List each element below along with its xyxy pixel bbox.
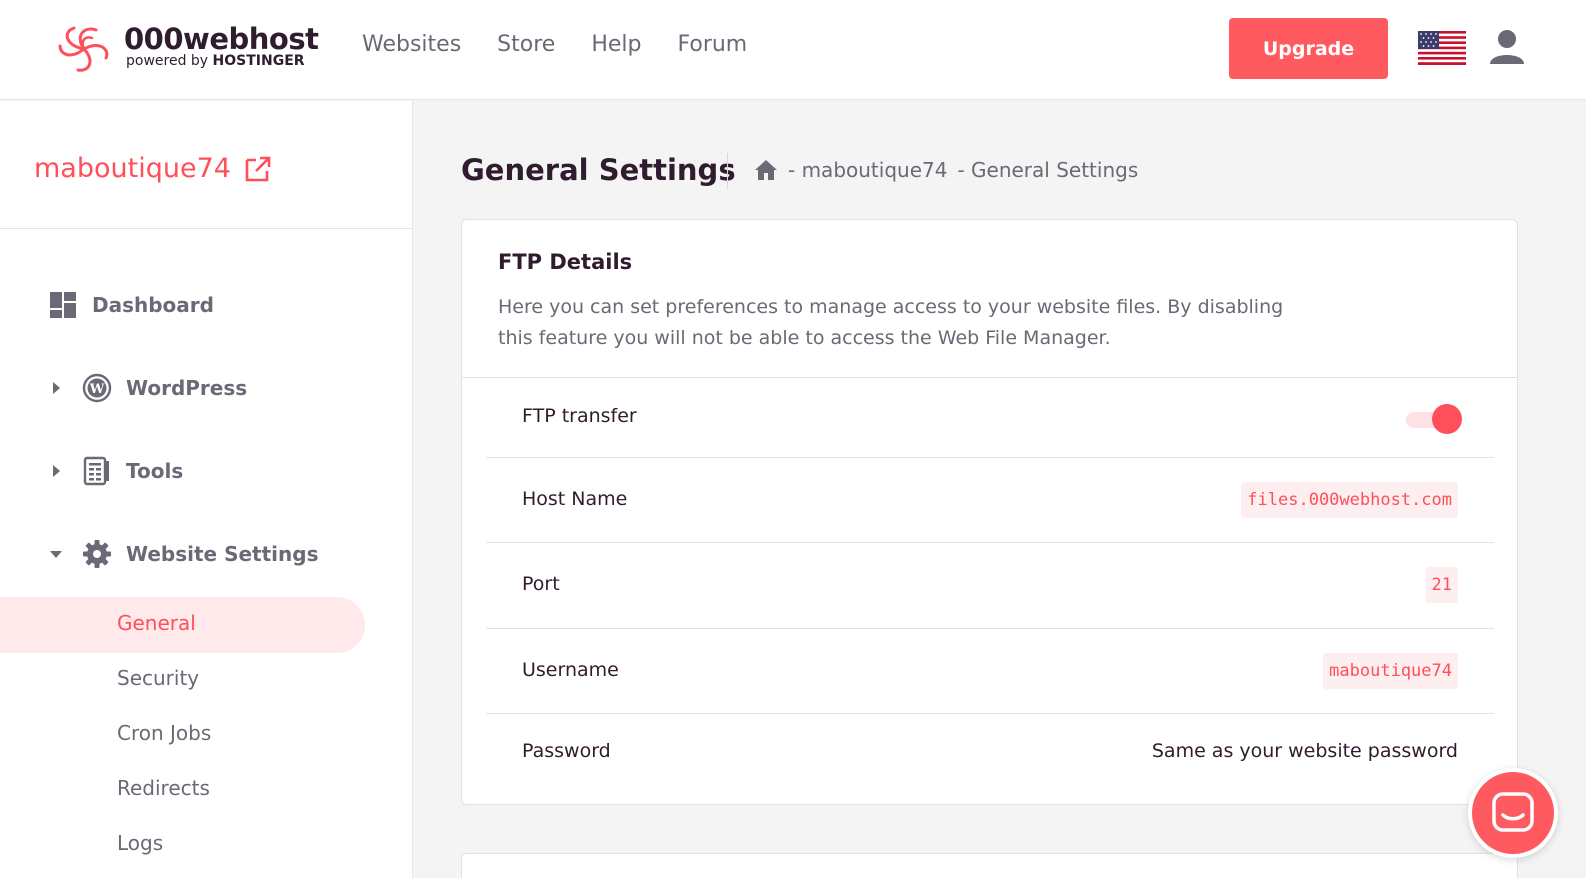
sidebar-subitem-logs[interactable]: Logs: [117, 831, 163, 855]
caret-down-icon: [48, 546, 64, 562]
logo-subtitle: powered by HOSTINGER: [126, 53, 305, 69]
tools-icon: [83, 456, 109, 486]
logo[interactable]: 000webhost powered by HOSTINGER: [56, 22, 319, 78]
upgrade-button[interactable]: Upgrade: [1229, 18, 1388, 79]
ftp-transfer-toggle[interactable]: [1404, 404, 1464, 434]
ftp-transfer-row: FTP transfer: [486, 378, 1494, 458]
nav-store[interactable]: Store: [497, 32, 555, 57]
sidebar-item-label: Dashboard: [92, 293, 214, 317]
next-settings-card: [461, 853, 1518, 878]
page-title: General Settings: [461, 153, 736, 187]
host-name-value: files.000webhost.com: [1241, 482, 1458, 518]
chat-support-button[interactable]: [1468, 768, 1558, 858]
title-separator: [727, 153, 728, 189]
nav-help[interactable]: Help: [591, 32, 641, 57]
sidebar-item-label: Website Settings: [126, 542, 319, 566]
sidebar-subitem-security[interactable]: Security: [117, 666, 199, 690]
sidebar: maboutique74 Dashboard W WordPress Tools…: [0, 101, 413, 878]
external-link-icon: [245, 156, 271, 181]
us-flag-icon[interactable]: [1418, 31, 1466, 65]
main-nav: Websites Store Help Forum: [362, 32, 747, 57]
username-value: maboutique74: [1323, 653, 1458, 689]
logo-powered-text: powered by: [126, 53, 209, 69]
nav-websites[interactable]: Websites: [362, 32, 461, 57]
logo-swirl-icon: [58, 26, 109, 72]
breadcrumb-site[interactable]: - maboutique74: [788, 158, 947, 182]
sidebar-item-label: WordPress: [126, 376, 248, 400]
caret-right-icon: [48, 380, 64, 396]
site-name-label: maboutique74: [34, 153, 231, 184]
user-account-icon[interactable]: [1488, 28, 1526, 66]
username-row: Username maboutique74: [486, 629, 1494, 714]
sidebar-divider: [0, 228, 412, 229]
sidebar-item-wordpress[interactable]: W WordPress: [48, 373, 247, 403]
top-header: 000webhost powered by HOSTINGER Websites…: [0, 0, 1586, 100]
toggle-knob: [1432, 404, 1462, 434]
password-row: Password Same as your website password: [486, 714, 1494, 804]
sidebar-item-tools[interactable]: Tools: [48, 456, 183, 486]
ftp-transfer-label: FTP transfer: [522, 405, 637, 427]
site-name-link[interactable]: maboutique74: [34, 153, 273, 184]
home-icon[interactable]: [754, 158, 778, 182]
host-name-row: Host Name files.000webhost.com: [486, 458, 1494, 543]
sidebar-subitem-general[interactable]: General: [117, 611, 196, 635]
dashboard-icon: [50, 292, 76, 318]
username-label: Username: [522, 659, 619, 681]
caret-right-icon: [48, 463, 64, 479]
svg-text:W: W: [89, 382, 105, 397]
logo-brand-text: HOSTINGER: [212, 53, 305, 69]
chat-icon: [1492, 792, 1534, 832]
gear-icon: [83, 540, 111, 568]
breadcrumb: - maboutique74 - General Settings: [754, 158, 1138, 182]
sidebar-item-dashboard[interactable]: Dashboard: [48, 290, 214, 320]
port-row: Port 21: [486, 543, 1494, 629]
logo-title: 000webhost: [124, 22, 319, 56]
host-name-label: Host Name: [522, 488, 628, 510]
port-value: 21: [1425, 567, 1458, 603]
password-label: Password: [522, 740, 611, 762]
ftp-card-title: FTP Details: [498, 250, 633, 274]
sidebar-subitem-cron-jobs[interactable]: Cron Jobs: [117, 721, 211, 745]
sidebar-subitem-redirects[interactable]: Redirects: [117, 776, 210, 800]
password-value: Same as your website password: [1151, 740, 1458, 762]
nav-forum[interactable]: Forum: [677, 32, 747, 57]
port-label: Port: [522, 573, 560, 595]
sidebar-item-label: Tools: [126, 459, 184, 483]
ftp-details-card: FTP Details Here you can set preferences…: [461, 219, 1518, 805]
sidebar-item-website-settings[interactable]: Website Settings: [48, 539, 318, 569]
wordpress-icon: W: [82, 373, 112, 403]
breadcrumb-page: - General Settings: [957, 158, 1139, 182]
ftp-card-description: Here you can set preferences to manage a…: [498, 296, 1284, 349]
